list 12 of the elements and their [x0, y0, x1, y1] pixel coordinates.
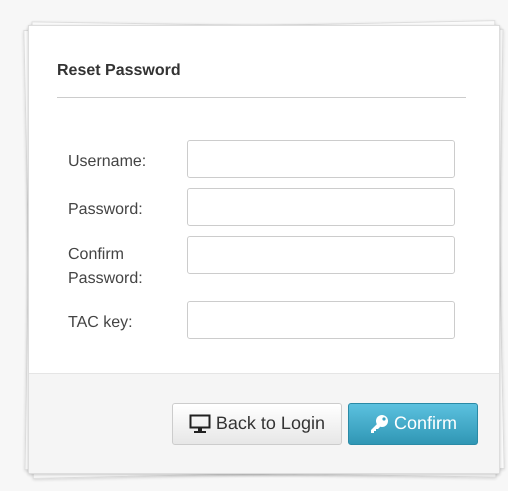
field-label: Username: — [67, 152, 148, 172]
back-button[interactable]: Back to Login — [172, 402, 342, 444]
field-label: Confirm Password: — [67, 245, 144, 289]
field-label: TAC key: — [67, 313, 134, 333]
panel-title: Reset Password — [57, 62, 182, 80]
input-field[interactable] — [187, 140, 455, 178]
input-field[interactable] — [187, 236, 455, 274]
input-field[interactable] — [187, 301, 455, 339]
input-field[interactable] — [187, 188, 455, 226]
field-label: Password: — [67, 200, 144, 220]
key-icon — [368, 414, 389, 434]
monitor-icon — [188, 414, 211, 434]
